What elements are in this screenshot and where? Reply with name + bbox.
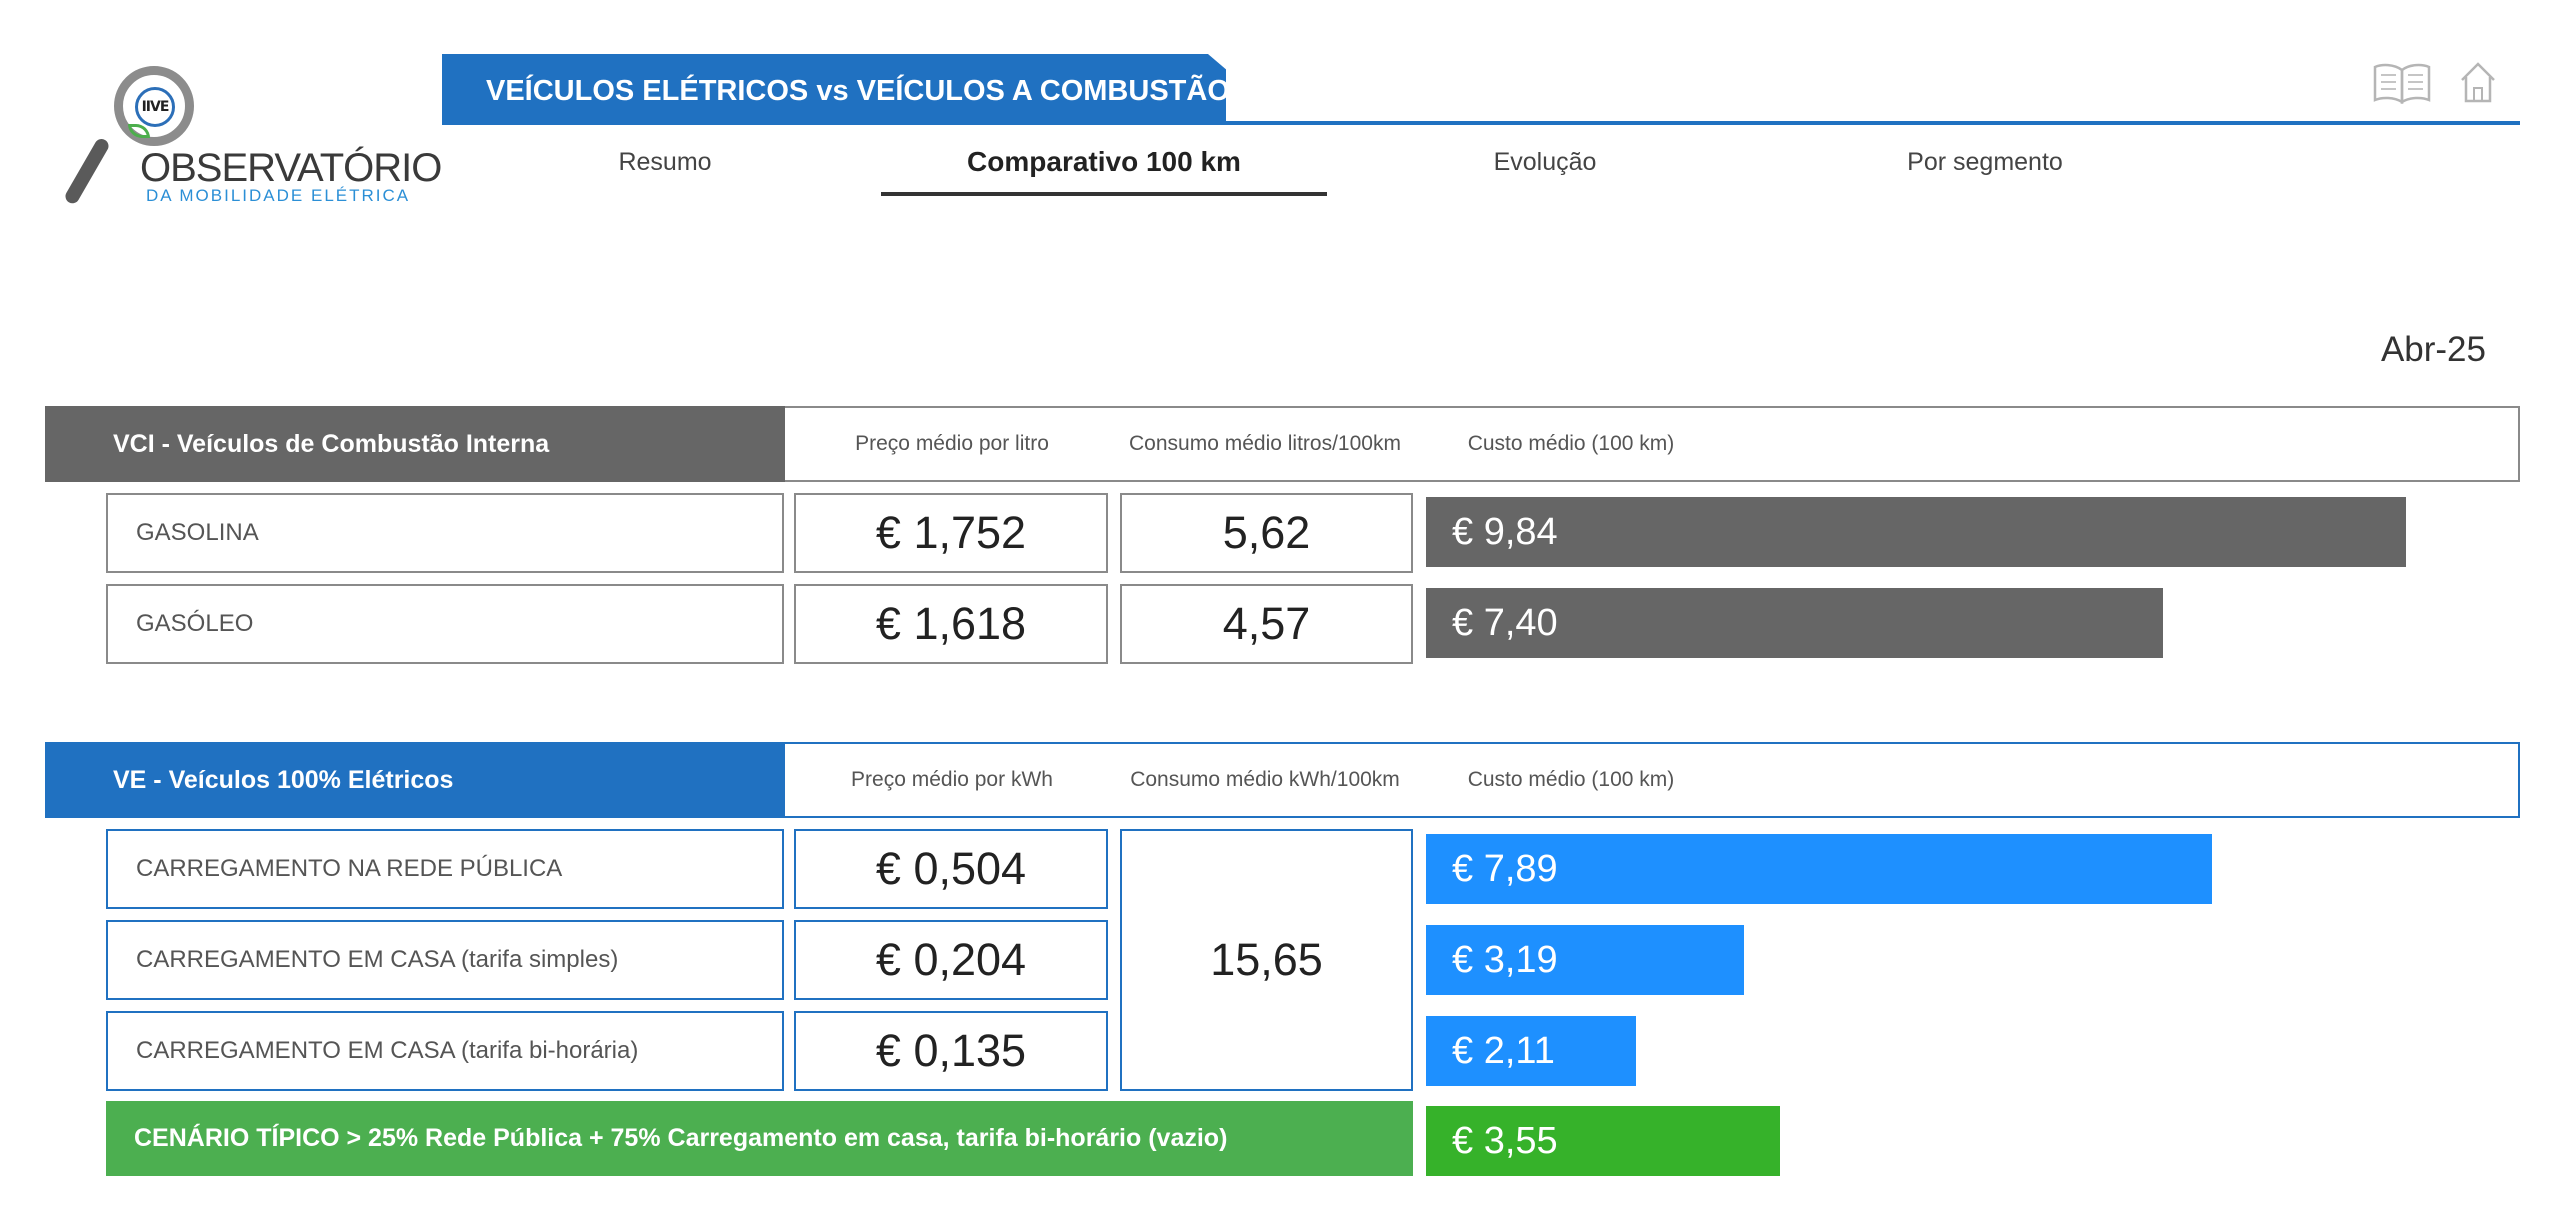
vci-row-price: € 1,752 — [794, 493, 1108, 573]
ve-cost-label: € 2,11 — [1452, 1029, 1555, 1072]
ve-cost-label: € 7,89 — [1452, 847, 1558, 890]
ve-row-price: € 0,504 — [794, 829, 1108, 909]
vci-cost-label: € 7,40 — [1452, 601, 1558, 644]
vci-row-consumption: 4,57 — [1120, 584, 1413, 664]
magnifier-handle — [62, 136, 112, 206]
vci-row-label: GASOLINA — [106, 493, 784, 573]
logo-subtitle: DA MOBILIDADE ELÉTRICA — [146, 186, 411, 205]
magnifier-lens-icon: IIVE — [114, 66, 194, 146]
vci-cost-bar: € 7,40 — [1426, 588, 2163, 658]
ve-section-title: VE - Veículos 100% Elétricos — [45, 742, 785, 818]
vci-col-cost: Custo médio (100 km) — [1467, 432, 1675, 455]
ve-row-label: CARREGAMENTO NA REDE PÚBLICA — [106, 829, 784, 909]
active-tab-indicator — [881, 192, 1327, 196]
header-divider — [442, 121, 2520, 125]
period-label: Abr-25 — [2380, 330, 2486, 369]
scenario-cost-bar: € 3,55 — [1426, 1106, 1780, 1176]
tab-comparativo-100km[interactable]: Comparativo 100 km — [881, 146, 1327, 178]
ve-cost-bar: € 3,19 — [1426, 925, 1744, 995]
vci-col-price: Preço médio por litro — [855, 432, 1049, 455]
book-icon[interactable] — [2372, 62, 2432, 104]
ve-col-consumption: Consumo médio kWh/100km — [1130, 768, 1400, 791]
ve-cost-label: € 3,19 — [1452, 938, 1558, 981]
logo-title: OBSERVATÓRIO — [140, 146, 442, 190]
tab-evolucao[interactable]: Evolução — [1440, 148, 1650, 177]
tab-por-segmento[interactable]: Por segmento — [1860, 148, 2110, 177]
ve-col-cost: Custo médio (100 km) — [1467, 768, 1675, 791]
scenario-cost-label: € 3,55 — [1452, 1119, 1558, 1162]
ve-consumption: 15,65 — [1120, 829, 1413, 1091]
ve-col-price: Preço médio por kWh — [851, 768, 1053, 791]
ve-cost-bar: € 2,11 — [1426, 1016, 1636, 1086]
vci-row-label: GASÓLEO — [106, 584, 784, 664]
ve-cost-bar: € 7,89 — [1426, 834, 2212, 904]
home-icon[interactable] — [2458, 60, 2498, 104]
vci-row-price: € 1,618 — [794, 584, 1108, 664]
ve-row-price: € 0,135 — [794, 1011, 1108, 1091]
observatorio-logo: IIVE OBSERVATÓRIO DA MOBILIDADE ELÉTRICA — [62, 62, 442, 222]
ve-row-price: € 0,204 — [794, 920, 1108, 1000]
vci-row-consumption: 5,62 — [1120, 493, 1413, 573]
ve-row-label: CARREGAMENTO EM CASA (tarifa bi-horária) — [106, 1011, 784, 1091]
typical-scenario-label: CENÁRIO TÍPICO > 25% Rede Pública + 75% … — [106, 1101, 1413, 1176]
logo-badge: IIVE — [135, 87, 175, 127]
vci-section-title: VCI - Veículos de Combustão Interna — [45, 406, 785, 482]
tab-resumo[interactable]: Resumo — [560, 148, 770, 177]
page-title: VEÍCULOS ELÉTRICOS vs VEÍCULOS A COMBUST… — [486, 75, 1230, 107]
vci-cost-label: € 9,84 — [1452, 510, 1558, 553]
vci-col-consumption: Consumo médio litros/100km — [1129, 432, 1401, 455]
vci-cost-bar: € 9,84 — [1426, 497, 2406, 567]
ve-row-label: CARREGAMENTO EM CASA (tarifa simples) — [106, 920, 784, 1000]
